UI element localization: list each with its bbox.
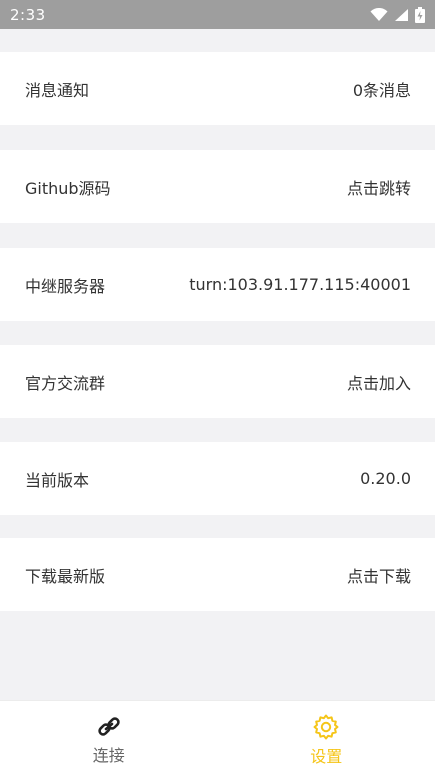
github-label: Github源码 [25, 175, 111, 199]
download-label: 下载最新版 [25, 563, 105, 587]
settings-row-community[interactable]: 官方交流群 点击加入 [0, 345, 435, 418]
tab-connect-label: 连接 [93, 742, 125, 766]
settings-row-relay-server[interactable]: 中继服务器 turn:103.91.177.115:40001 [0, 248, 435, 321]
tab-settings[interactable]: 设置 [218, 701, 435, 774]
notifications-value: 0条消息 [353, 77, 411, 101]
relay-server-value: turn:103.91.177.115:40001 [189, 275, 411, 294]
gear-icon [312, 713, 340, 741]
relay-server-label: 中继服务器 [25, 273, 105, 297]
status-bar: 2:33 [0, 0, 435, 29]
status-icons [370, 7, 425, 23]
battery-icon [415, 7, 425, 23]
bottom-tab-bar: 连接 设置 [0, 700, 435, 774]
community-label: 官方交流群 [25, 370, 105, 394]
signal-icon [394, 8, 409, 22]
github-value: 点击跳转 [347, 175, 411, 199]
settings-row-notifications[interactable]: 消息通知 0条消息 [0, 52, 435, 125]
version-value: 0.20.0 [360, 469, 411, 488]
notifications-label: 消息通知 [25, 77, 89, 101]
community-value: 点击加入 [347, 370, 411, 394]
download-value: 点击下载 [347, 563, 411, 587]
status-time: 2:33 [10, 6, 46, 24]
wifi-icon [370, 8, 388, 22]
settings-row-download[interactable]: 下载最新版 点击下载 [0, 538, 435, 611]
version-label: 当前版本 [25, 467, 89, 491]
tab-connect[interactable]: 连接 [0, 701, 218, 774]
settings-row-github[interactable]: Github源码 点击跳转 [0, 150, 435, 223]
settings-row-version[interactable]: 当前版本 0.20.0 [0, 442, 435, 515]
link-icon [95, 714, 123, 740]
settings-list: 消息通知 0条消息 Github源码 点击跳转 中继服务器 turn:103.9… [0, 29, 435, 700]
tab-settings-label: 设置 [310, 743, 342, 767]
